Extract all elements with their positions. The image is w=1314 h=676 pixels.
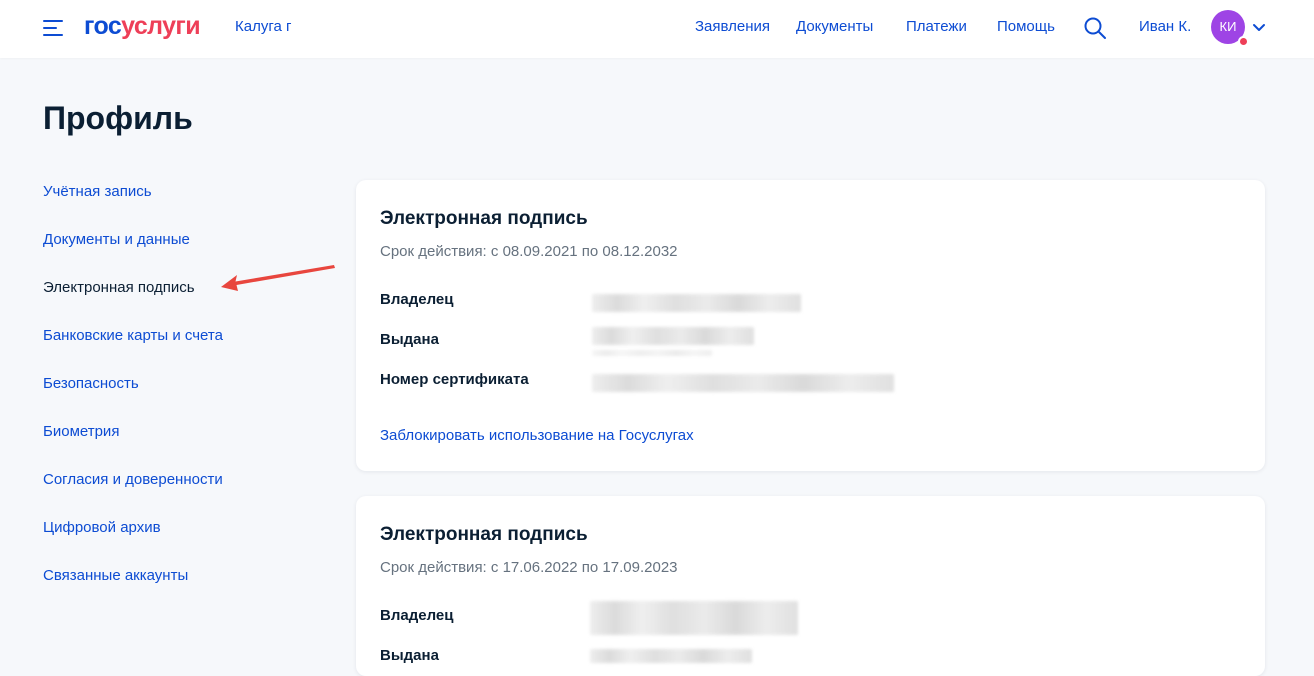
sidebar-item-bank-cards[interactable]: Банковские карты и счета (43, 327, 223, 344)
issued-by-value-blurred (592, 350, 712, 356)
gosuslugi-logo[interactable]: госуслуги (84, 12, 201, 41)
annotation-arrow-icon (221, 265, 335, 291)
region-selector[interactable]: Калуга г (235, 18, 291, 35)
sidebar-item-e-signature[interactable]: Электронная подпись (43, 279, 195, 296)
certificate-number-label: Номер сертификата (380, 371, 529, 388)
nav-documents[interactable]: Документы (796, 18, 873, 35)
search-icon[interactable] (1083, 16, 1107, 40)
sidebar-item-digital-archive[interactable]: Цифровой архив (43, 519, 161, 536)
sidebar-item-account[interactable]: Учётная запись (43, 183, 152, 200)
nav-applications[interactable]: Заявления (695, 18, 770, 35)
certificate-number-value-blurred (592, 374, 894, 392)
owner-label: Владелец (380, 607, 454, 624)
card-validity: Срок действия: с 17.06.2022 по 17.09.202… (380, 559, 678, 576)
signature-card-2: Электронная подпись Срок действия: с 17.… (356, 496, 1265, 676)
top-header: госуслуги Калуга г Заявления Документы П… (0, 0, 1314, 58)
sidebar-item-documents[interactable]: Документы и данные (43, 231, 190, 248)
owner-label: Владелец (380, 291, 454, 308)
issued-by-value-blurred (592, 327, 754, 345)
sidebar-item-biometrics[interactable]: Биометрия (43, 423, 119, 440)
nav-payments[interactable]: Платежи (906, 18, 967, 35)
logo-part-uslugi: услуги (121, 12, 200, 40)
issued-by-label: Выдана (380, 331, 439, 348)
owner-value-blurred (592, 294, 801, 312)
sidebar-item-security[interactable]: Безопасность (43, 375, 139, 392)
chevron-down-icon[interactable] (1252, 21, 1266, 33)
user-name[interactable]: Иван К. (1139, 18, 1191, 35)
card-validity: Срок действия: с 08.09.2021 по 08.12.203… (380, 243, 678, 260)
sidebar-item-consents[interactable]: Согласия и доверенности (43, 471, 223, 488)
menu-icon[interactable] (43, 19, 65, 37)
card-title: Электронная подпись (380, 208, 588, 229)
nav-help[interactable]: Помощь (997, 18, 1055, 35)
block-signature-link[interactable]: Заблокировать использование на Госуслуга… (380, 427, 694, 444)
sidebar-item-linked-accounts[interactable]: Связанные аккаунты (43, 567, 188, 584)
logo-part-gos: гос (84, 12, 122, 40)
page-title: Профиль (43, 100, 193, 136)
card-title: Электронная подпись (380, 524, 588, 545)
issued-by-value-blurred (590, 649, 752, 663)
signature-card-1: Электронная подпись Срок действия: с 08.… (356, 180, 1265, 471)
notification-dot-icon (1238, 36, 1249, 47)
owner-value-blurred (590, 601, 798, 635)
